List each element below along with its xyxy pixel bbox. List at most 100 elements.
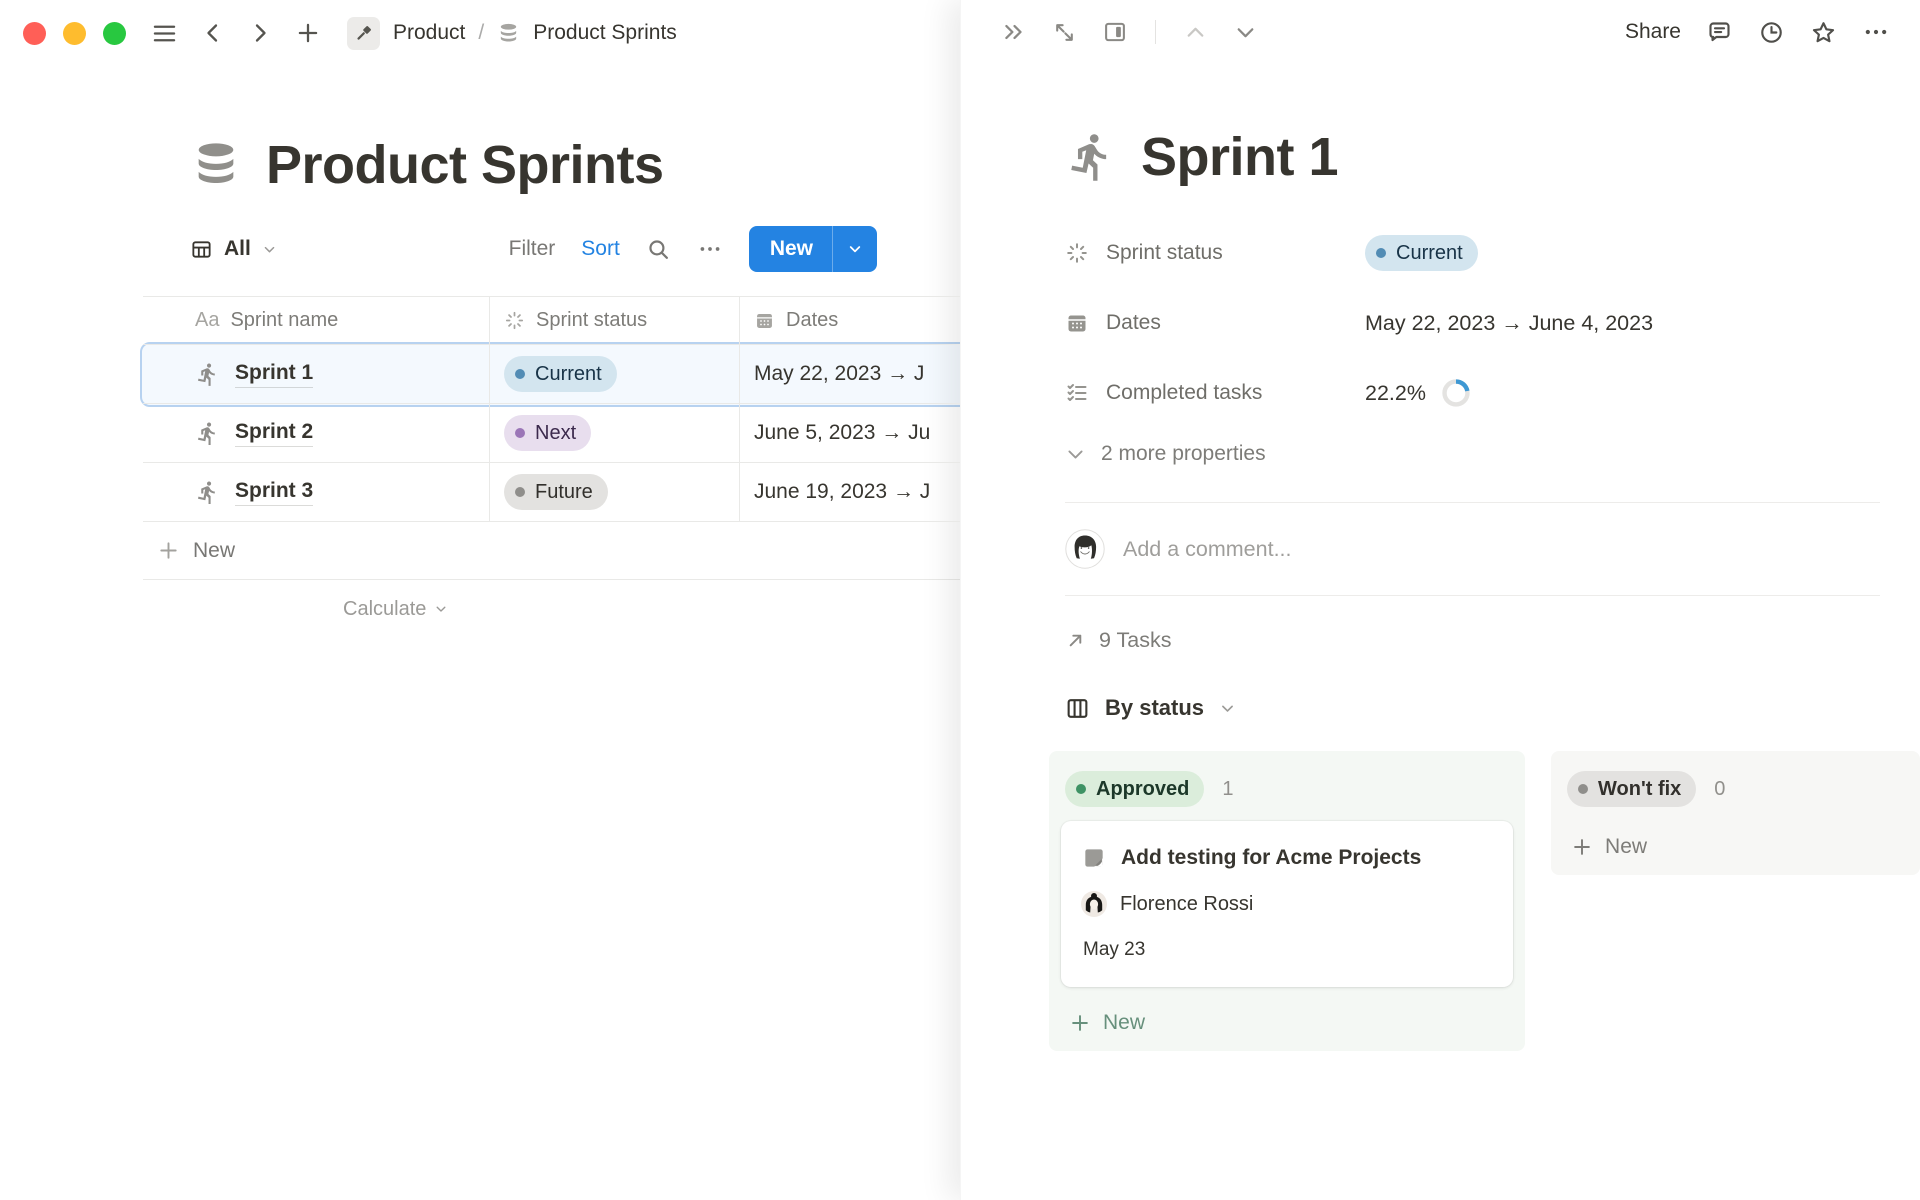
database-icon[interactable] (190, 139, 242, 191)
divider (1065, 595, 1880, 596)
board-column-header[interactable]: Approved 1 (1061, 771, 1513, 807)
status-badge[interactable]: Current (504, 356, 617, 392)
table-row-sprint-1[interactable]: Sprint 1 Current May 22, 2023 → J (143, 345, 960, 404)
side-peek-panel: Share Sprint 1 (960, 0, 1920, 1200)
task-date: May 23 (1081, 939, 1493, 961)
more-icon[interactable] (1862, 18, 1890, 46)
expand-icon[interactable] (1052, 20, 1077, 45)
window-header: Product / Product Sprints (0, 0, 960, 66)
more-properties-toggle[interactable]: 2 more properties (1065, 442, 1880, 466)
zoom-window-button[interactable] (103, 22, 126, 45)
plus-icon (1069, 1012, 1091, 1034)
breadcrumb-item-product-sprints[interactable]: Product Sprints (533, 21, 677, 45)
search-icon[interactable] (646, 237, 671, 262)
board-column-header[interactable]: Won't fix 0 (1563, 771, 1908, 807)
new-label: New (1605, 835, 1647, 859)
peek-page-title: Sprint 1 (1141, 126, 1338, 188)
dates-cell[interactable]: June 19, 2023 → J (740, 463, 960, 521)
breadcrumb: Product / Product Sprints (347, 17, 677, 50)
new-tab-icon[interactable] (295, 20, 321, 46)
table-row-sprint-3[interactable]: Sprint 3 Future June 19, 2023 → J (143, 463, 960, 522)
view-tab-label: All (224, 237, 251, 261)
chevron-down-icon[interactable] (1233, 20, 1258, 45)
traffic-lights (23, 22, 126, 45)
dates-cell[interactable]: June 5, 2023 → Ju (740, 404, 960, 462)
status-property-icon (1065, 241, 1089, 265)
board-new-button-approved[interactable]: New (1061, 1011, 1513, 1035)
history-icon[interactable] (1758, 19, 1785, 46)
calendar-icon (754, 310, 775, 331)
group-badge-wont-fix[interactable]: Won't fix (1567, 771, 1696, 807)
dates-cell[interactable]: May 22, 2023 → J (740, 345, 960, 403)
checklist-icon (1065, 381, 1089, 405)
sidebar-toggle-icon[interactable] (151, 20, 178, 47)
chevron-down-icon (434, 602, 448, 616)
view-tab-all[interactable]: All (190, 237, 277, 261)
column-header-label: Sprint name (230, 309, 338, 332)
peek-title-row: Sprint 1 (1065, 126, 1880, 188)
sprint-name-link[interactable]: Sprint 1 (235, 360, 313, 387)
dates-value[interactable]: May 22, 2023 → June 4, 2023 (1365, 311, 1653, 336)
comment-input-placeholder[interactable]: Add a comment... (1123, 537, 1292, 562)
new-record-button[interactable]: New (749, 226, 877, 272)
new-row-label: New (193, 539, 235, 563)
view-tab-by-status[interactable]: By status (1065, 695, 1880, 721)
sort-button[interactable]: Sort (581, 237, 620, 261)
toolbar-divider (1155, 20, 1156, 44)
more-properties-label: 2 more properties (1101, 442, 1266, 466)
page-title: Product Sprints (266, 134, 664, 196)
filter-button[interactable]: Filter (509, 237, 556, 261)
running-person-icon[interactable] (1065, 131, 1117, 183)
breadcrumb-item-product[interactable]: Product (393, 21, 465, 45)
status-dot (1578, 784, 1588, 794)
side-peek-icon[interactable] (1102, 19, 1128, 45)
comment-input-row[interactable]: Add a comment... (1065, 503, 1880, 595)
comments-icon[interactable] (1706, 19, 1733, 46)
status-dot (515, 487, 525, 497)
tasks-board: Approved 1 Add testing for Acme Projects (1049, 751, 1920, 1051)
status-dot (515, 369, 525, 379)
status-badge[interactable]: Future (504, 474, 608, 510)
running-person-icon (195, 421, 220, 446)
calculate-button[interactable]: Calculate (343, 598, 426, 621)
main-content-pane: Product / Product Sprints Product Sprint… (0, 0, 960, 1200)
property-row-sprint-status[interactable]: Sprint status Current (1065, 232, 1880, 274)
property-row-completed-tasks[interactable]: Completed tasks 22.2% (1065, 372, 1880, 414)
status-badge[interactable]: Next (504, 415, 591, 451)
close-peek-icon[interactable] (1001, 19, 1027, 45)
new-record-button-label[interactable]: New (749, 237, 832, 261)
chevron-down-icon[interactable] (833, 241, 877, 257)
task-card-title[interactable]: Add testing for Acme Projects (1121, 846, 1421, 870)
task-card[interactable]: Add testing for Acme Projects Florence R… (1061, 821, 1513, 987)
chevron-up-icon[interactable] (1183, 20, 1208, 45)
column-header-sprint-status[interactable]: Sprint status (490, 297, 740, 344)
chevron-down-icon (1219, 700, 1236, 717)
table-header-row: Aa Sprint name Sprint status Dates (143, 296, 960, 345)
table-row-sprint-2[interactable]: Sprint 2 Next June 5, 2023 → Ju (143, 404, 960, 463)
new-row-button[interactable]: New (143, 522, 960, 580)
favorite-star-icon[interactable] (1810, 19, 1837, 46)
status-badge[interactable]: Current (1365, 235, 1478, 271)
board-new-button-wont-fix[interactable]: New (1563, 835, 1908, 859)
minimize-window-button[interactable] (63, 22, 86, 45)
sprint-name-link[interactable]: Sprint 2 (235, 419, 313, 446)
hammer-icon[interactable] (347, 17, 380, 50)
group-count: 0 (1714, 778, 1725, 801)
back-icon[interactable] (201, 21, 225, 45)
running-person-icon (195, 362, 220, 387)
column-header-sprint-name[interactable]: Aa Sprint name (143, 297, 490, 344)
share-button[interactable]: Share (1625, 20, 1681, 44)
breadcrumb-separator: / (478, 21, 484, 45)
tasks-link-label[interactable]: 9 Tasks (1099, 628, 1172, 653)
more-icon[interactable] (697, 236, 723, 262)
property-label: Completed tasks (1106, 381, 1262, 405)
property-row-dates[interactable]: Dates May 22, 2023 → June 4, 2023 (1065, 302, 1880, 344)
group-badge-approved[interactable]: Approved (1065, 771, 1204, 807)
column-header-dates[interactable]: Dates (740, 297, 960, 344)
sprint-name-link[interactable]: Sprint 3 (235, 478, 313, 505)
chevron-down-icon (1065, 444, 1086, 465)
close-window-button[interactable] (23, 22, 46, 45)
linked-database-title[interactable]: 9 Tasks (1065, 628, 1880, 653)
completed-tasks-value: 22.2% (1365, 381, 1426, 406)
forward-icon[interactable] (248, 21, 272, 45)
